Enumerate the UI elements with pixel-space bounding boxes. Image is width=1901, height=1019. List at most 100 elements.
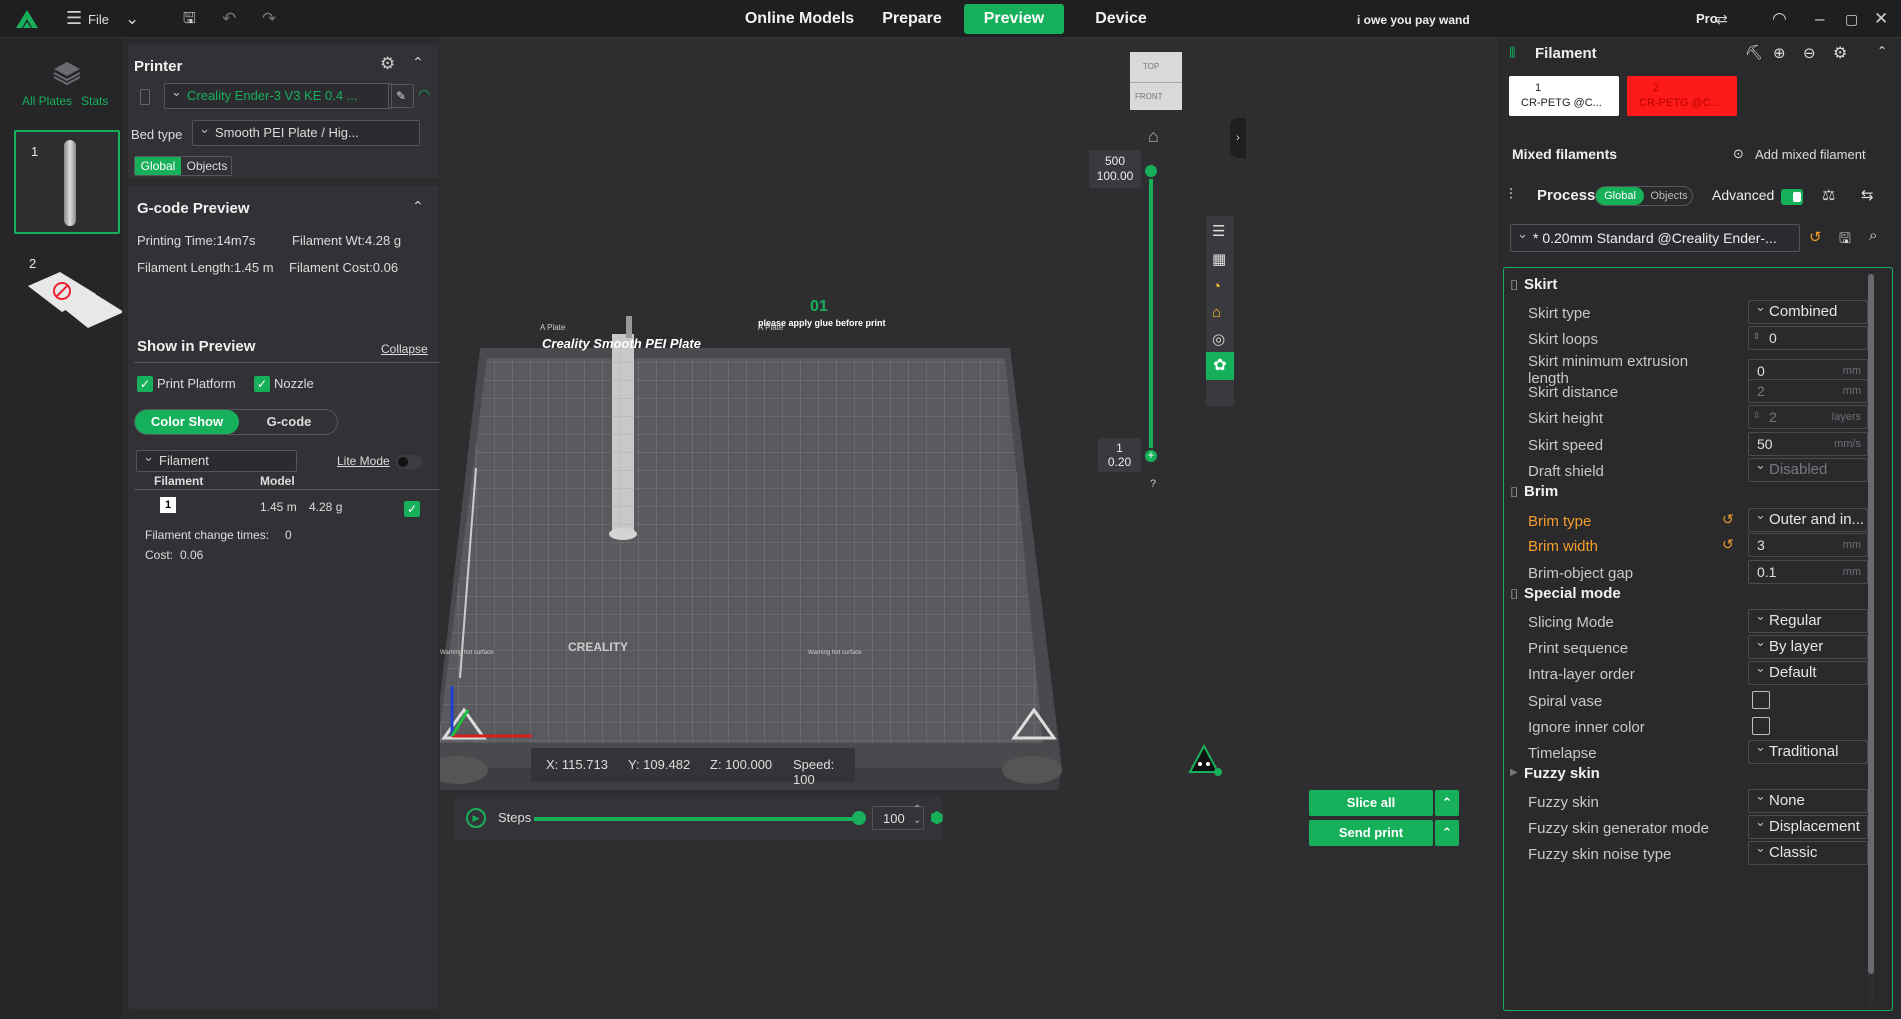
- collapse-link[interactable]: Collapse: [381, 342, 428, 356]
- brim-object-gap-input[interactable]: 0.1 mm: [1748, 560, 1868, 584]
- process-scope-objects[interactable]: Objects: [1646, 187, 1692, 205]
- add-circle-icon[interactable]: ⊙: [1733, 146, 1744, 162]
- support-icon[interactable]: ◠: [1772, 9, 1787, 29]
- cube-icon[interactable]: ⬢: [930, 808, 944, 828]
- spiral-vase-checkbox[interactable]: [1752, 691, 1770, 709]
- collapse-up-icon[interactable]: ⌃: [1877, 44, 1887, 58]
- gear-icon[interactable]: ⚙: [380, 54, 395, 74]
- collapse-up-icon[interactable]: ⌃: [412, 54, 424, 71]
- tab-preview[interactable]: Preview: [964, 4, 1064, 34]
- ignore-inner-color-checkbox[interactable]: [1752, 717, 1770, 735]
- all-plates-link[interactable]: All Plates: [22, 94, 72, 108]
- color-show-button[interactable]: Color Show: [135, 410, 239, 434]
- plate-thumbnail-2[interactable]: 2: [14, 252, 122, 332]
- printer-select[interactable]: Creality Ender-3 V3 KE 0.4 ...: [164, 83, 392, 109]
- skirt-type-select[interactable]: Combined: [1748, 300, 1868, 324]
- minimize-icon[interactable]: –: [1815, 9, 1824, 29]
- home-icon[interactable]: ⌂: [1148, 126, 1159, 147]
- preview-viewport[interactable]: Creality Smooth PEI Plate A Plate please…: [440, 38, 1498, 1019]
- slice-options-chevron-icon[interactable]: ⌃: [1435, 790, 1459, 816]
- print-platform-checkbox[interactable]: ✓: [137, 376, 153, 392]
- scrollbar-thumb[interactable]: [1868, 274, 1874, 974]
- scope-toggle[interactable]: Global Objects: [134, 156, 232, 176]
- edit-icon[interactable]: ✎: [388, 84, 414, 108]
- play-icon[interactable]: ▶: [466, 808, 486, 828]
- lite-mode-toggle[interactable]: [396, 455, 422, 469]
- gcode-mode-button[interactable]: G-code: [241, 410, 337, 434]
- print-sequence-select[interactable]: By layer: [1748, 635, 1868, 659]
- save-preset-icon[interactable]: 🖫: [1839, 228, 1851, 252]
- steps-track[interactable]: [534, 817, 864, 821]
- advanced-toggle[interactable]: [1781, 189, 1803, 205]
- process-scope-global[interactable]: Global: [1596, 187, 1644, 205]
- skirt-height-input[interactable]: ⇳ 2 layers: [1748, 405, 1868, 429]
- filament-slot-1[interactable]: 1 CR-PETG @C...: [1509, 76, 1619, 116]
- slicing-mode-select[interactable]: Regular: [1748, 609, 1868, 633]
- fuzzy-skin-select[interactable]: None: [1748, 789, 1868, 813]
- nozzle-checkbox[interactable]: ✓: [254, 376, 270, 392]
- settings-icon[interactable]: ⚙: [1833, 43, 1847, 63]
- support-view-icon[interactable]: ⌂: [1212, 304, 1221, 321]
- filament-display-select[interactable]: Filament: [136, 450, 297, 472]
- scope-objects[interactable]: Objects: [183, 157, 231, 175]
- undo-icon[interactable]: ↶: [222, 9, 236, 29]
- target-icon[interactable]: ◎: [1212, 330, 1225, 348]
- reset-icon[interactable]: ↺: [1722, 536, 1734, 553]
- wifi-icon[interactable]: ◠: [418, 86, 430, 103]
- redo-icon[interactable]: ↷: [262, 9, 276, 29]
- print-options-chevron-icon[interactable]: ⌃: [1435, 820, 1459, 846]
- tab-device[interactable]: Device: [1086, 4, 1156, 34]
- assistant-icon[interactable]: [1186, 742, 1222, 776]
- save-icon[interactable]: 🖫: [183, 9, 196, 29]
- maximize-icon[interactable]: ▢: [1845, 9, 1858, 29]
- scope-global[interactable]: Global: [135, 157, 181, 175]
- view-mode-toggle[interactable]: Color Show G-code: [134, 409, 338, 435]
- filament-slot-2[interactable]: 2 CR-PETG @C...: [1627, 76, 1737, 116]
- grid-view-icon[interactable]: ▦: [1212, 250, 1226, 268]
- sync-icon[interactable]: ⇆: [1861, 186, 1874, 204]
- help-icon[interactable]: ?: [1150, 478, 1156, 490]
- stepper-up-icon[interactable]: ⌃: [913, 804, 921, 815]
- color-scheme-icon[interactable]: ✿: [1206, 352, 1234, 380]
- layers-icon[interactable]: [52, 60, 82, 86]
- search-icon[interactable]: ⌕: [1869, 227, 1877, 244]
- view-cube[interactable]: TOP FRONT: [1130, 52, 1182, 110]
- compare-icon[interactable]: ⚖: [1822, 186, 1835, 204]
- chevron-down-icon[interactable]: ⌄: [125, 9, 139, 29]
- file-menu[interactable]: ☰ File: [58, 8, 110, 30]
- steps-input[interactable]: 100 ⌃ ⌄: [872, 804, 924, 830]
- slice-all-button[interactable]: Slice all: [1309, 790, 1433, 816]
- layer-slider-bottom-handle[interactable]: +: [1143, 448, 1159, 464]
- send-print-button[interactable]: Send print: [1309, 820, 1433, 846]
- pro-label[interactable]: Pro: [1696, 11, 1718, 26]
- fuzzy-noise-select[interactable]: Classic: [1748, 841, 1868, 865]
- stepper-down-icon[interactable]: ⌄: [913, 815, 921, 826]
- switch-icon[interactable]: ⇄: [1716, 9, 1728, 29]
- layer-slider-track[interactable]: [1149, 168, 1153, 458]
- steps-handle[interactable]: [852, 811, 866, 825]
- skirt-loops-input[interactable]: ⇳ 0: [1748, 326, 1868, 350]
- brush-icon[interactable]: ⛏: [1745, 44, 1763, 61]
- stats-link[interactable]: Stats: [81, 94, 108, 108]
- process-preset-select[interactable]: * 0.20mm Standard @Creality Ender-...: [1510, 224, 1800, 252]
- timelapse-select[interactable]: Traditional: [1748, 740, 1868, 764]
- tab-online-models[interactable]: Online Models: [736, 4, 863, 34]
- layer-slider-top-handle[interactable]: [1143, 163, 1159, 179]
- layers-view-icon[interactable]: ☰: [1212, 222, 1225, 240]
- skirt-distance-input[interactable]: 2 mm: [1748, 379, 1868, 403]
- add-mixed-filament-link[interactable]: Add mixed filament: [1755, 147, 1866, 162]
- collapse-up-icon[interactable]: ⌃: [412, 198, 424, 215]
- intra-layer-order-select[interactable]: Default: [1748, 661, 1868, 685]
- reset-icon[interactable]: ↺: [1809, 228, 1822, 246]
- scrollbar-track[interactable]: [1868, 274, 1874, 1004]
- tab-prepare[interactable]: Prepare: [872, 4, 952, 34]
- brim-width-input[interactable]: 3 mm: [1748, 533, 1868, 557]
- speed-icon[interactable]: ◔: [1212, 278, 1221, 295]
- reset-icon[interactable]: ↺: [1722, 511, 1734, 528]
- fuzzy-generator-select[interactable]: Displacement: [1748, 815, 1868, 839]
- remove-icon[interactable]: ⊖: [1803, 44, 1816, 62]
- process-scope-toggle[interactable]: Global Objects: [1595, 186, 1693, 206]
- expand-panel-icon[interactable]: ›: [1230, 118, 1246, 158]
- filament-visible-checkbox[interactable]: ✓: [404, 501, 420, 517]
- close-icon[interactable]: ✕: [1874, 9, 1888, 29]
